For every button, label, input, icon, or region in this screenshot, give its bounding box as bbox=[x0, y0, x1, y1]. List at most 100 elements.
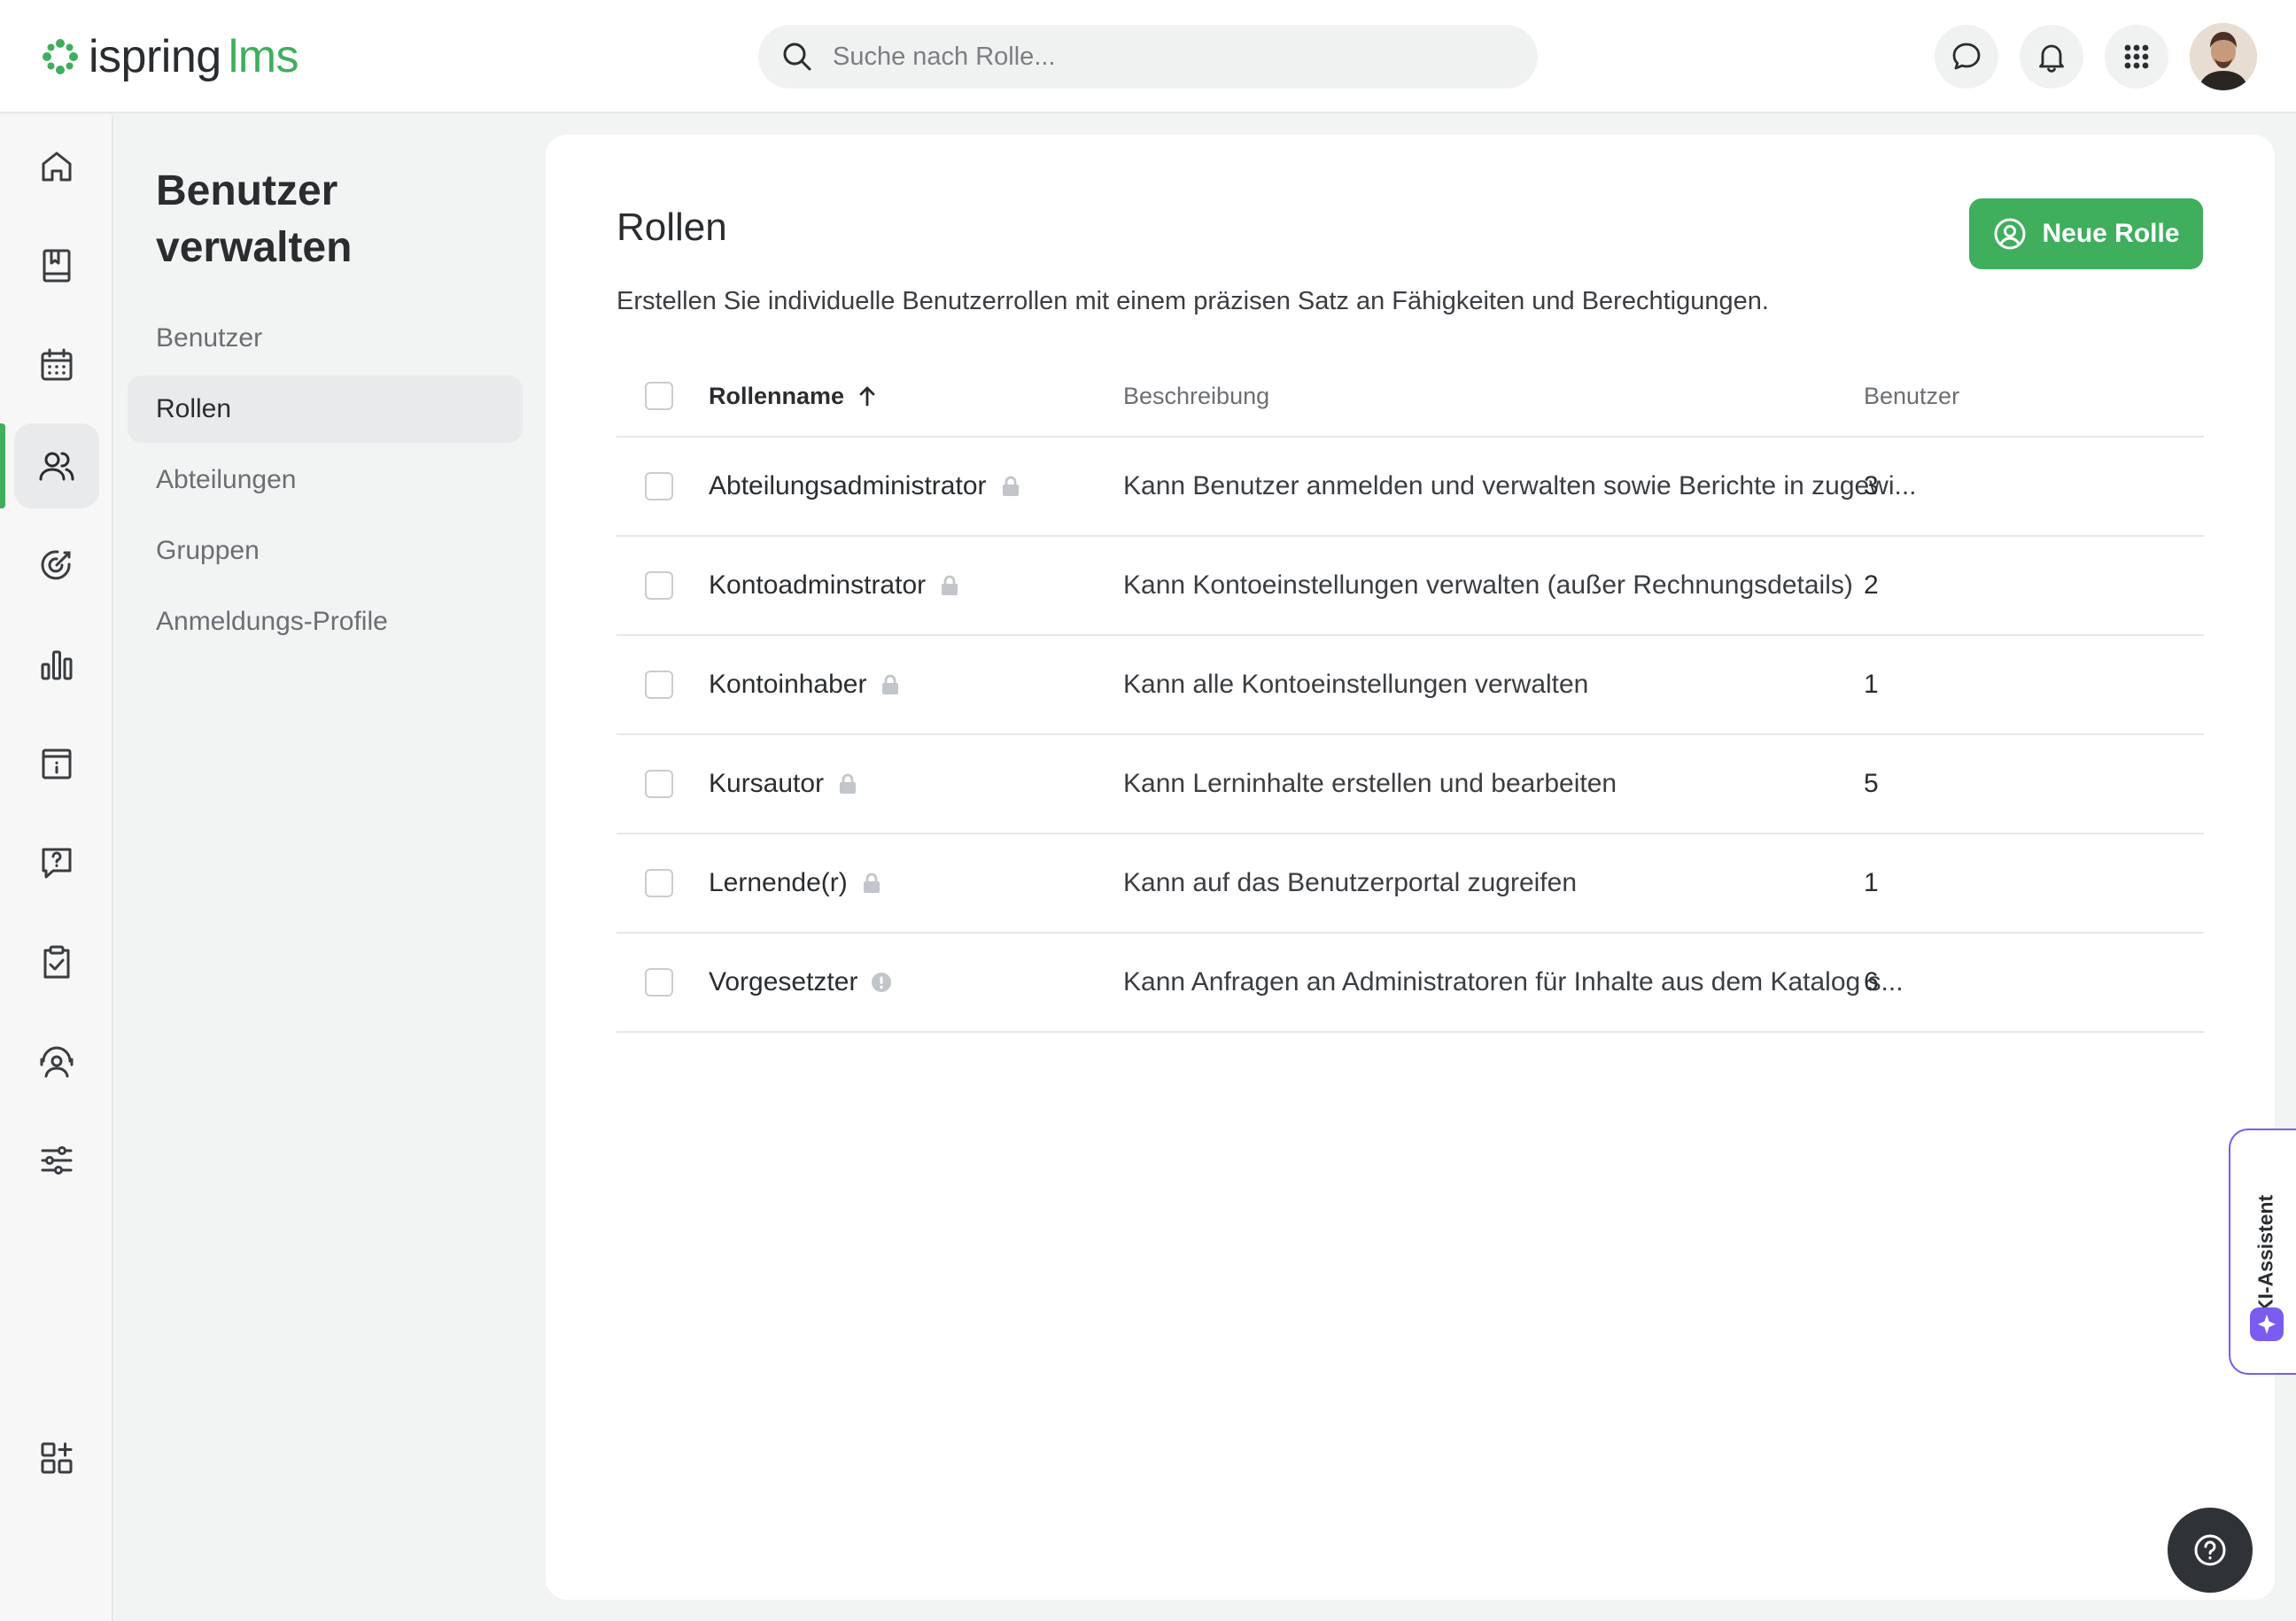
lock-icon bbox=[882, 674, 899, 694]
apps-grid-icon bbox=[2124, 44, 2149, 69]
sparkle-badge bbox=[2250, 1307, 2284, 1341]
table-row[interactable]: Lernende(r) Kann auf das Benutzerportal … bbox=[617, 834, 2204, 934]
role-description-cell: Kann Kontoeinstellungen verwalten (außer… bbox=[1123, 570, 1853, 600]
row-checkbox[interactable] bbox=[645, 869, 673, 897]
table-header: Rollenname Beschreibung Benutzer bbox=[617, 356, 2204, 438]
help-button[interactable] bbox=[2168, 1508, 2253, 1593]
role-name-cell: Vorgesetzter bbox=[709, 934, 893, 1031]
rail-calendar[interactable] bbox=[14, 322, 99, 407]
calendar-icon bbox=[41, 348, 73, 381]
rail-home[interactable] bbox=[14, 124, 99, 209]
role-name-cell: Lernende(r) bbox=[709, 834, 883, 932]
role-description-cell: Kann Lerninhalte erstellen und bearbeite… bbox=[1123, 769, 1617, 798]
bar-chart-icon bbox=[41, 650, 73, 680]
page-title: Rollen bbox=[617, 206, 727, 249]
rail-assignments[interactable] bbox=[14, 919, 99, 1004]
chat-icon bbox=[1952, 43, 1981, 70]
role-users-cell: 3 bbox=[1864, 471, 1879, 500]
rail-questions[interactable] bbox=[14, 820, 99, 905]
user-avatar[interactable] bbox=[2190, 23, 2257, 90]
subnav-item-gruppen[interactable]: Gruppen bbox=[128, 517, 523, 585]
search-input[interactable] bbox=[833, 42, 1506, 72]
home-icon bbox=[42, 151, 72, 182]
table-row[interactable]: Abteilungsadministrator Kann Benutzer an… bbox=[617, 438, 2204, 537]
add-widget-icon bbox=[41, 1442, 73, 1474]
support-agent-icon bbox=[40, 1046, 74, 1078]
rail-active-indicator bbox=[0, 423, 5, 508]
subnav-item-abteilungen[interactable]: Abteilungen bbox=[128, 446, 523, 514]
rail-settings[interactable] bbox=[14, 1118, 99, 1203]
table-row[interactable]: Vorgesetzter Kann Anfragen an Administra… bbox=[617, 934, 2204, 1033]
lock-icon bbox=[863, 873, 880, 893]
question-icon bbox=[42, 848, 72, 879]
rail-goals[interactable] bbox=[14, 523, 99, 608]
rail-add-widgets[interactable] bbox=[14, 1415, 99, 1501]
sort-ascending-icon bbox=[859, 386, 875, 407]
roles-card: Rollen Erstellen Sie individuelle Benutz… bbox=[546, 135, 2275, 1600]
role-name-cell: Abteilungsadministrator bbox=[709, 438, 1022, 535]
rail-reports[interactable] bbox=[14, 622, 99, 707]
column-header-name[interactable]: Rollenname bbox=[709, 356, 880, 436]
apps-button[interactable] bbox=[2105, 25, 2168, 89]
clipboard-check-icon bbox=[43, 945, 70, 979]
sliders-icon bbox=[41, 1146, 73, 1175]
help-icon bbox=[2194, 1534, 2226, 1566]
role-name-cell: Kursautor bbox=[709, 735, 859, 833]
alert-icon[interactable] bbox=[870, 971, 893, 994]
lock-icon bbox=[942, 575, 958, 595]
role-users-cell: 1 bbox=[1864, 670, 1879, 699]
row-checkbox[interactable] bbox=[645, 571, 673, 600]
column-header-description: Beschreibung bbox=[1123, 382, 1270, 409]
role-description-cell: Kann Benutzer anmelden und verwalten sow… bbox=[1123, 471, 1917, 500]
role-users-cell: 6 bbox=[1864, 967, 1879, 997]
search-icon bbox=[783, 43, 811, 71]
role-description-cell: Kann alle Kontoeinstellungen verwalten bbox=[1123, 670, 1589, 699]
row-checkbox[interactable] bbox=[645, 770, 673, 798]
icon-rail bbox=[0, 115, 113, 1621]
subnav-item-anmeldungs-profile[interactable]: Anmeldungs-Profile bbox=[128, 588, 523, 655]
new-role-button[interactable]: Neue Rolle bbox=[1969, 198, 2203, 269]
rail-info[interactable] bbox=[14, 721, 99, 806]
row-checkbox[interactable] bbox=[645, 968, 673, 997]
rail-support[interactable] bbox=[14, 1019, 99, 1104]
role-name-cell: Kontoadminstrator bbox=[709, 537, 961, 634]
section-title: Benutzer verwalten bbox=[156, 167, 353, 271]
subnav-item-benutzer[interactable]: Benutzer bbox=[128, 305, 523, 372]
page-description: Erstellen Sie individuelle Benutzerrolle… bbox=[617, 287, 1769, 315]
user-circle-icon bbox=[1994, 218, 2026, 250]
select-all-checkbox[interactable] bbox=[645, 382, 673, 410]
secondary-nav: Benutzer verwalten Benutzer Rollen Abtei… bbox=[115, 115, 540, 1621]
ai-assistant-label: KI-Assistent bbox=[2253, 1194, 2277, 1315]
new-role-label: Neue Rolle bbox=[2042, 219, 2180, 248]
ai-assistant-tab[interactable]: KI-Assistent bbox=[2229, 1128, 2296, 1375]
row-checkbox[interactable] bbox=[645, 671, 673, 699]
sparkle-icon bbox=[2258, 1315, 2276, 1334]
bell-icon bbox=[2039, 44, 2064, 73]
search-bar[interactable] bbox=[758, 25, 1538, 89]
logo-text: ispring lms bbox=[89, 31, 299, 82]
rail-courses[interactable] bbox=[14, 223, 99, 308]
ispring-logo[interactable]: ispring lms bbox=[41, 27, 299, 87]
book-icon bbox=[43, 249, 71, 283]
top-header: ispring lms bbox=[0, 0, 2296, 113]
subnav-item-rollen[interactable]: Rollen bbox=[128, 376, 523, 443]
avatar-image bbox=[2190, 23, 2257, 90]
rail-users[interactable] bbox=[14, 423, 99, 508]
column-header-users: Benutzer bbox=[1864, 382, 1960, 409]
role-description-cell: Kann auf das Benutzerportal zugreifen bbox=[1123, 868, 1578, 897]
table-row[interactable]: Kursautor Kann Lerninhalte erstellen und… bbox=[617, 735, 2204, 834]
users-icon bbox=[39, 452, 74, 481]
roles-table: Rollenname Beschreibung Benutzer Abteilu… bbox=[617, 356, 2204, 1033]
table-row[interactable]: Kontoinhaber Kann alle Kontoeinstellunge… bbox=[617, 636, 2204, 735]
role-description-cell: Kann Anfragen an Administratoren für Inh… bbox=[1123, 967, 1904, 997]
info-board-icon bbox=[42, 748, 72, 779]
target-icon bbox=[41, 550, 71, 580]
table-row[interactable]: Kontoadminstrator Kann Kontoeinstellunge… bbox=[617, 537, 2204, 636]
row-checkbox[interactable] bbox=[645, 472, 673, 500]
lock-icon bbox=[1002, 476, 1019, 496]
notifications-button[interactable] bbox=[2020, 25, 2083, 89]
role-users-cell: 2 bbox=[1864, 570, 1879, 600]
chat-button[interactable] bbox=[1935, 25, 1998, 89]
lock-icon bbox=[840, 773, 857, 794]
role-users-cell: 5 bbox=[1864, 769, 1879, 798]
